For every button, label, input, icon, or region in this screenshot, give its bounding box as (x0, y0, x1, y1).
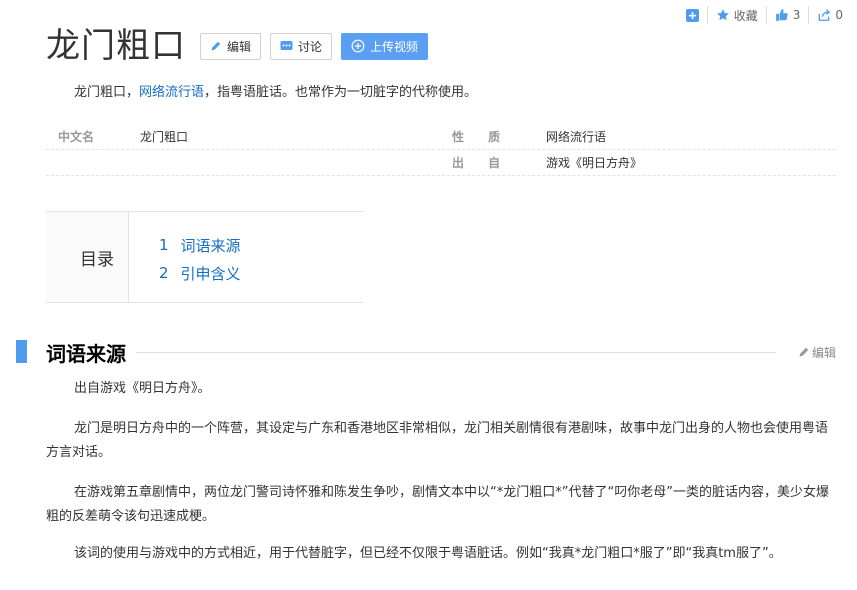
section-edit-label: 编辑 (811, 345, 836, 360)
like-count: 3 (792, 8, 801, 22)
paragraph: 龙门是明日方舟中的一个阵营，其设定与广东和香港地区非常相似，龙门相关剧情很有港剧… (46, 421, 829, 460)
edit-label: 编辑 (227, 39, 252, 54)
edit-button[interactable]: 编辑 (200, 32, 262, 60)
toc-item-text: 词语来源 (180, 236, 241, 255)
basic-info-row: 中文名 龙门粗口 性 质 网络流行语 (46, 124, 836, 150)
paragraph: 出自游戏《明日方舟》。 (74, 381, 211, 396)
discuss-label: 讨论 (298, 39, 323, 54)
favorite-label: 收藏 (733, 8, 758, 23)
summary-link[interactable]: 网络流行语 (139, 85, 204, 100)
summary-suffix: ，指粤语脏话。也常作为一切脏字的代称使用。 (204, 85, 478, 100)
favorite-button[interactable]: 收藏 (706, 6, 766, 24)
toc-item-number: 2 (159, 264, 169, 282)
basic-info-right: 出 自 游戏《明日方舟》 (452, 154, 642, 171)
section-accent-bar (16, 340, 27, 363)
section-title: 词语来源 (46, 337, 136, 367)
toc-item-number: 1 (159, 236, 169, 254)
share-count: 0 (835, 8, 843, 22)
basic-info-name: 中文名 (58, 130, 95, 144)
upload-video-button[interactable]: 上传视频 (341, 32, 429, 60)
basic-info-name: 出 自 (452, 156, 511, 170)
thumbs-up-icon (775, 9, 788, 21)
plus-square-icon (685, 8, 699, 22)
discuss-button[interactable]: 讨论 (270, 32, 333, 60)
table-of-contents: 目录 1 词语来源 2 引申含义 (46, 211, 363, 303)
basic-info-name: 性 质 (452, 130, 511, 144)
title-row: 龙门粗口 编辑 讨论 上传视频 (46, 24, 429, 68)
upload-label: 上传视频 (370, 39, 419, 54)
basic-info-value: 龙门粗口 (140, 130, 189, 144)
toc-item[interactable]: 1 词语来源 (159, 231, 241, 259)
toc-item-text: 引申含义 (180, 264, 241, 283)
section-header: 词语来源 编辑 (46, 337, 836, 367)
toc-list: 1 词语来源 2 引申含义 (129, 212, 241, 302)
share-icon (819, 9, 831, 21)
paragraph: 该词的使用与游戏中的方式相近，用于代替脏字，但已经不仅限于粤语脏话。例如“我真*… (74, 546, 782, 561)
page-title: 龙门粗口 (46, 26, 186, 66)
paragraph: 在游戏第五章剧情中，两位龙门警司诗怀雅和陈发生争吵，剧情文本中以“*龙门粗口*”… (46, 485, 829, 524)
like-button[interactable]: 3 (765, 6, 809, 24)
basic-info-row: 出 自 游戏《明日方舟》 (46, 150, 836, 176)
add-button[interactable] (678, 6, 707, 24)
summary-prefix: 龙门粗口， (74, 85, 140, 100)
plus-circle-icon (351, 39, 365, 53)
basic-info-left: 中文名 龙门粗口 (46, 128, 452, 145)
lemma-summary: 龙门粗口，网络流行语，指粤语脏话。也常作为一切脏字的代称使用。 (74, 83, 477, 103)
section-divider (136, 351, 776, 353)
section-edit-button[interactable]: 编辑 (798, 344, 836, 361)
pencil-icon (799, 347, 809, 357)
top-tools: 收藏 3 0 (678, 6, 851, 24)
basic-info: 中文名 龙门粗口 性 质 网络流行语 出 自 游戏《明日方舟》 (46, 124, 836, 176)
chat-icon (280, 41, 293, 50)
toc-label: 目录 (46, 212, 129, 302)
basic-info-value: 网络流行语 (546, 130, 607, 144)
pencil-icon (211, 41, 221, 51)
star-icon (716, 9, 729, 21)
basic-info-right: 性 质 网络流行语 (452, 128, 606, 145)
share-button[interactable]: 0 (808, 6, 851, 24)
basic-info-value: 游戏《明日方舟》 (546, 156, 643, 170)
toc-item[interactable]: 2 引申含义 (159, 259, 241, 287)
